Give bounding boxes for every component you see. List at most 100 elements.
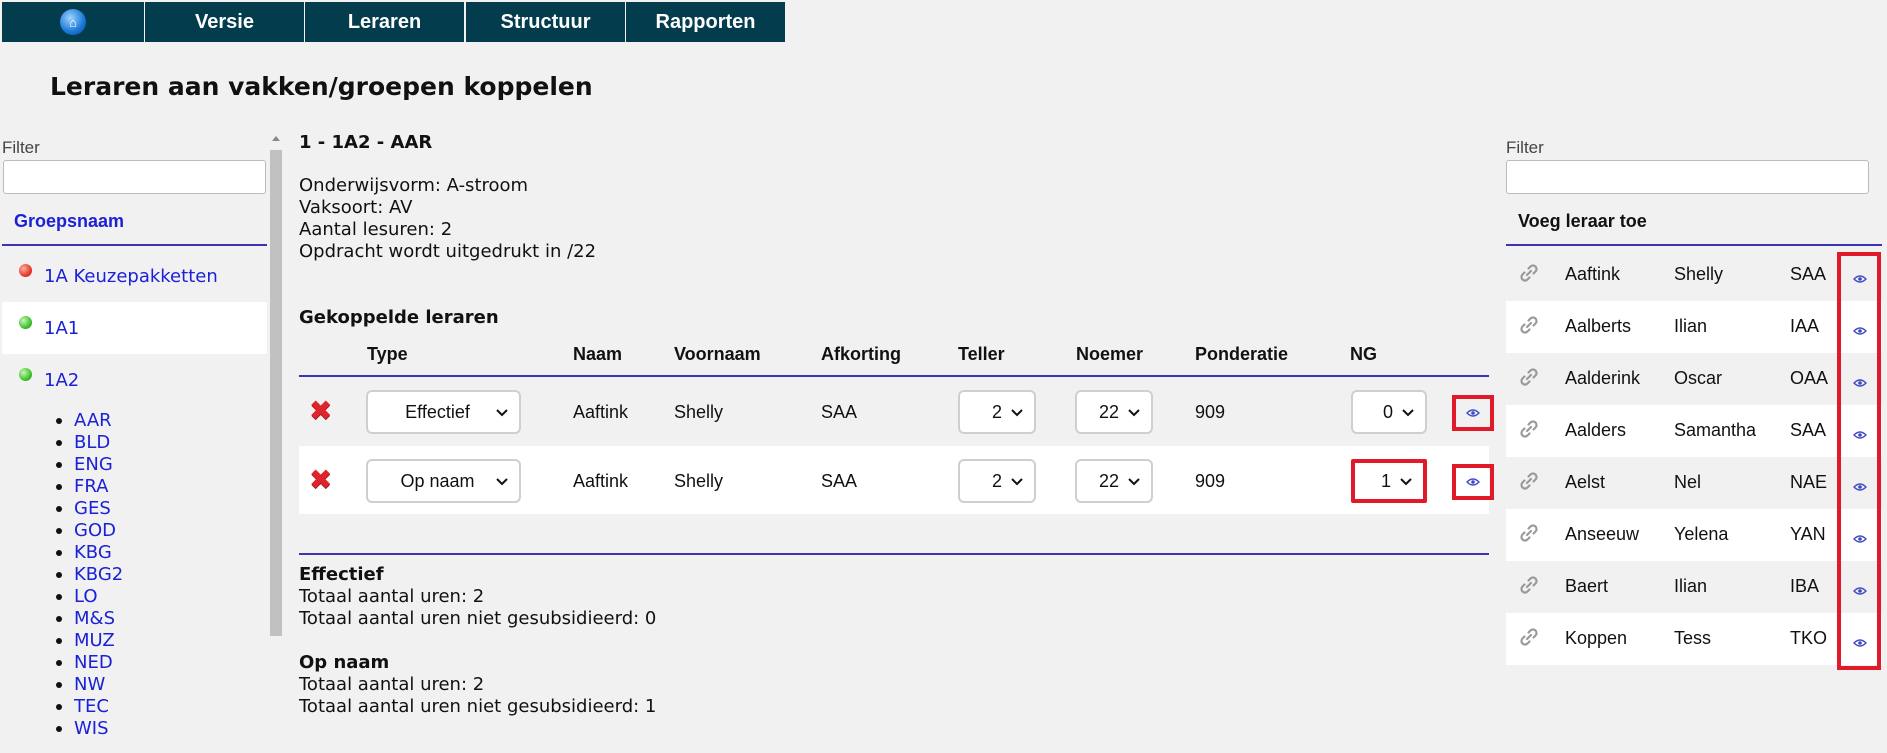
link-icon[interactable]: [1518, 470, 1540, 496]
scroll-up-icon[interactable]: [272, 136, 280, 141]
group-1a-keuzepakketten[interactable]: 1A Keuzepakketten: [2, 250, 267, 302]
link-icon[interactable]: [1518, 366, 1540, 392]
summary-opnaam-total: Totaal aantal uren: 2: [299, 674, 485, 695]
subject-item[interactable]: WIS: [56, 718, 123, 740]
teacher-voornaam: Tess: [1674, 628, 1712, 648]
subject-item[interactable]: ENG: [56, 454, 123, 476]
teller-select[interactable]: 2: [958, 390, 1036, 434]
row-ponderatie: 909: [1195, 471, 1226, 491]
subject-item[interactable]: TEC: [56, 696, 123, 718]
group-1a2[interactable]: 1A2: [2, 354, 267, 406]
row-ponderatie: 909: [1195, 402, 1226, 422]
link-icon[interactable]: [1518, 418, 1540, 444]
type-select[interactable]: Op naam: [366, 459, 521, 503]
groups-header-divider: [2, 244, 267, 246]
view-button-highlight[interactable]: [1452, 395, 1494, 431]
noemer-select[interactable]: 22: [1075, 459, 1153, 503]
teacher-afkorting: SAA: [1790, 264, 1827, 284]
row-voornaam: Shelly: [674, 402, 724, 422]
chevron-down-icon: [1128, 409, 1140, 417]
link-icon[interactable]: [1518, 626, 1540, 652]
add-teacher-divider: [1506, 244, 1882, 246]
row-afkorting: SAA: [821, 471, 858, 491]
row-voornaam: Shelly: [674, 471, 724, 491]
noemer-select[interactable]: 22: [1075, 390, 1153, 434]
left-filter-input[interactable]: [3, 160, 266, 194]
teacher-voornaam: Yelena: [1674, 524, 1729, 544]
ng-select[interactable]: 0: [1351, 390, 1427, 434]
subject-list: AAR BLD ENG FRA GES GOD KBG KBG2 LO M&S …: [56, 410, 123, 740]
teller-select[interactable]: 2: [958, 459, 1036, 503]
link-icon[interactable]: [1518, 314, 1540, 340]
status-red-icon: [19, 263, 32, 277]
col-afkorting: Afkorting: [821, 344, 901, 364]
link-icon[interactable]: [1518, 574, 1540, 600]
teacher-naam: Aaftink: [1565, 264, 1621, 284]
nav-rapporten[interactable]: Rapporten: [626, 2, 785, 42]
teacher-afkorting: YAN: [1790, 524, 1826, 544]
col-type: Type: [367, 344, 408, 364]
linked-teachers-title: Gekoppelde leraren: [299, 307, 499, 328]
teacher-voornaam: Samantha: [1674, 420, 1757, 440]
nav-home[interactable]: ⌂: [2, 2, 144, 42]
type-select[interactable]: Effectief: [366, 390, 521, 434]
right-filter-input[interactable]: [1506, 160, 1869, 194]
page-title: Leraren aan vakken/groepen koppelen: [50, 72, 593, 101]
group-label[interactable]: 1A1: [44, 318, 79, 339]
chevron-down-icon: [1128, 478, 1140, 486]
subject-item[interactable]: BLD: [56, 432, 123, 454]
info-onderwijsvorm: Onderwijsvorm: A-stroom: [299, 175, 529, 196]
chevron-down-icon: [496, 478, 508, 486]
chevron-down-icon: [1011, 409, 1023, 417]
teacher-voornaam: Oscar: [1674, 368, 1723, 388]
view-column-highlight: [1837, 252, 1881, 670]
col-ponderatie: Ponderatie: [1195, 344, 1289, 364]
teacher-naam: Baert: [1565, 576, 1609, 596]
link-icon[interactable]: [1518, 522, 1540, 548]
nav-versie[interactable]: Versie: [145, 2, 304, 42]
row-naam: Aaftink: [573, 471, 629, 491]
left-scrollbar-thumb[interactable]: [270, 150, 282, 636]
summary-opnaam-title: Op naam: [299, 652, 390, 673]
subject-item[interactable]: GOD: [56, 520, 123, 542]
teacher-voornaam: Ilian: [1674, 576, 1708, 596]
status-green-icon: [19, 315, 32, 329]
col-ng: NG: [1350, 344, 1377, 364]
status-green-icon: [19, 367, 32, 381]
subject-item[interactable]: NW: [56, 674, 123, 696]
delete-icon[interactable]: ✖: [309, 397, 332, 425]
nav-structuur[interactable]: Structuur: [466, 2, 625, 42]
group-1a1[interactable]: 1A1: [2, 302, 267, 354]
right-filter-label: Filter: [1506, 138, 1544, 157]
link-icon[interactable]: [1518, 262, 1540, 288]
ng-select[interactable]: 1: [1351, 459, 1427, 503]
home-icon: ⌂: [60, 9, 86, 35]
subject-item[interactable]: GES: [56, 498, 123, 520]
subject-item[interactable]: AAR: [56, 410, 123, 432]
nav-leraren[interactable]: Leraren: [305, 2, 464, 42]
subject-item[interactable]: M&S: [56, 608, 123, 630]
subject-item[interactable]: NED: [56, 652, 123, 674]
chevron-down-icon: [496, 409, 508, 417]
subject-item[interactable]: KBG: [56, 542, 123, 564]
teacher-naam: Anseeuw: [1565, 524, 1640, 544]
view-button-highlight[interactable]: [1452, 464, 1494, 500]
eye-icon: [1466, 478, 1480, 486]
groups-header: Groepsnaam: [14, 211, 125, 231]
subject-item[interactable]: FRA: [56, 476, 123, 498]
add-teacher-header: Voeg leraar toe: [1518, 211, 1647, 231]
teacher-afkorting: OAA: [1790, 368, 1829, 388]
delete-icon[interactable]: ✖: [309, 466, 332, 494]
teacher-afkorting: NAE: [1790, 472, 1828, 492]
subject-item[interactable]: MUZ: [56, 630, 123, 652]
col-naam: Naam: [573, 344, 623, 364]
summary-effectief-total: Totaal aantal uren: 2: [299, 586, 485, 607]
row-afkorting: SAA: [821, 402, 858, 422]
subject-item[interactable]: LO: [56, 586, 123, 608]
group-label[interactable]: 1A Keuzepakketten: [44, 266, 218, 287]
teacher-voornaam: Nel: [1674, 472, 1702, 492]
summary-opnaam-not-subsidized: Totaal aantal uren niet gesubsidieerd: 1: [299, 696, 657, 717]
subject-item[interactable]: KBG2: [56, 564, 123, 586]
teacher-voornaam: Ilian: [1674, 316, 1708, 336]
group-label[interactable]: 1A2: [44, 370, 79, 391]
